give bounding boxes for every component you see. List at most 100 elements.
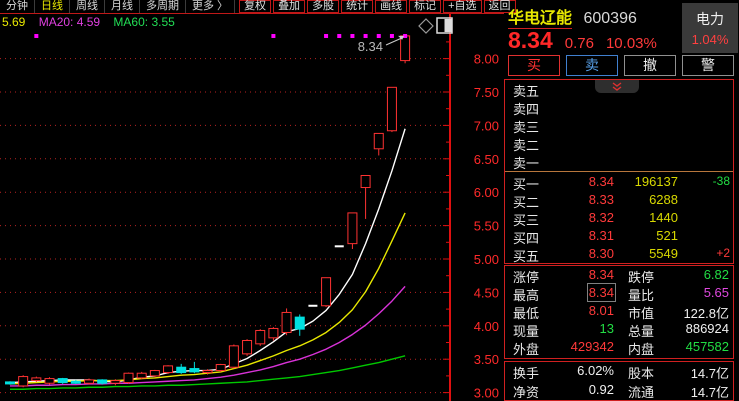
limit-up-mark — [271, 34, 275, 38]
stat-label: 流通 — [628, 382, 654, 401]
period-tab[interactable]: 多周期 — [140, 0, 186, 13]
trade-button-买[interactable]: 买 — [508, 55, 560, 76]
period-tab[interactable]: 月线 — [105, 0, 140, 13]
toolbar-button[interactable]: 统计 — [341, 0, 373, 13]
stat-label: 股本 — [628, 363, 654, 382]
order-book-row: 买一 8.34 196137 -38 — [505, 173, 733, 191]
trade-button-警[interactable]: 警 — [682, 55, 734, 76]
industry-change: 1.04% — [692, 32, 729, 47]
price-row: 8.34 0.76 10.03% — [508, 27, 657, 54]
limit-up-mark — [390, 34, 394, 38]
stat-row: 最低 8.01 市值 122.8亿 — [505, 302, 733, 320]
y-axis-tick-label: 8.00 — [474, 52, 499, 67]
y-axis-tick-label: 5.00 — [474, 252, 499, 267]
order-book-row: 卖二 — [505, 134, 733, 152]
stat-row: 外盘 429342 内盘 457582 — [505, 338, 733, 356]
limit-up-mark — [337, 34, 341, 38]
ma-line-ma10 — [10, 213, 405, 384]
price-change: 0.76 — [565, 35, 594, 52]
order-book-row: 买二 8.33 6288 — [505, 191, 733, 209]
level-volume: 6288 — [649, 192, 678, 207]
stat-label: 换手 — [513, 363, 539, 382]
stat-label: 外盘 — [513, 339, 539, 358]
order-book-row: 卖三 — [505, 116, 733, 134]
limit-up-mark — [324, 34, 328, 38]
level-price: 8.31 — [589, 228, 614, 243]
y-axis-tick-label: 6.50 — [474, 152, 499, 167]
period-tab[interactable]: 更多 〉 — [186, 0, 235, 13]
stat-row: 最高 8.34 量比 5.65 — [505, 284, 733, 302]
stat-value: 457582 — [686, 339, 729, 354]
toolbar: 分钟日线周线月线多周期更多 〉 复权叠加多股统计画线标记+自选返回 — [0, 0, 504, 14]
stock-code: 600396 — [583, 10, 636, 27]
toolbar-button[interactable]: 复权 — [239, 0, 271, 13]
stat-row: 换手 6.02% 股本 14.7亿 — [505, 362, 733, 381]
y-axis-tick-label: 4.50 — [474, 285, 499, 300]
limit-up-mark — [350, 34, 354, 38]
stat-value: 886924 — [686, 321, 729, 336]
order-book-row: 买四 8.31 521 — [505, 227, 733, 245]
y-axis-tick-label: 7.00 — [474, 118, 499, 133]
trade-button-撤[interactable]: 撤 — [624, 55, 676, 76]
toolbar-button[interactable]: 标记 — [409, 0, 441, 13]
order-book-row: 买五 8.30 5549 +2 — [505, 245, 733, 263]
order-book-row: 卖一 — [505, 152, 733, 170]
buy-queue: 买一 8.34 196137 -38买二 8.33 6288 买三 8.32 1… — [505, 173, 733, 263]
level-delta: +2 — [716, 246, 730, 260]
level-price: 8.34 — [589, 174, 614, 189]
order-book-row: 买三 8.32 1440 — [505, 209, 733, 227]
stat-value: 8.01 — [589, 303, 614, 318]
industry-badge[interactable]: 电力 1.04% — [682, 3, 738, 53]
toolbar-button[interactable]: 多股 — [307, 0, 339, 13]
level-price: 8.32 — [589, 210, 614, 225]
level-volume: 196137 — [635, 174, 678, 189]
stat-value: 0.92 — [589, 382, 614, 397]
toolbar-button[interactable]: 画线 — [375, 0, 407, 13]
share-stats: 换手 6.02% 股本 14.7亿净资 0.92 流通 14.7亿 — [504, 361, 734, 401]
sell-queue: 卖五 卖四 卖三 卖二 — [505, 80, 733, 170]
period-tab[interactable]: 分钟 — [0, 0, 35, 13]
bid-ask-divider — [505, 171, 733, 172]
y-axis-tick-label: 5.50 — [474, 219, 499, 234]
limit-up-mark — [364, 34, 368, 38]
stat-value: 429342 — [571, 339, 614, 354]
level-delta: -38 — [713, 174, 730, 188]
stat-value: 8.34 — [589, 267, 614, 282]
limit-up-mark — [34, 34, 38, 38]
period-tabs: 分钟日线周线月线多周期更多 〉 — [0, 0, 235, 13]
trade-button-卖[interactable]: 卖 — [566, 55, 618, 76]
y-axis-tick-label: 3.00 — [474, 386, 499, 401]
level-volume: 521 — [656, 228, 678, 243]
level-volume: 1440 — [649, 210, 678, 225]
period-tab[interactable]: 日线 — [35, 0, 70, 13]
price-annotation: 8.34 — [358, 39, 383, 54]
y-axis-tick-label: 6.00 — [474, 185, 499, 200]
ma-line-ma5 — [10, 129, 405, 383]
trade-buttons: 买卖撤警 — [508, 55, 734, 76]
price-change-pct: 10.03% — [606, 35, 657, 52]
stat-value: 8.34 — [589, 285, 614, 300]
stat-value: 14.7亿 — [691, 363, 729, 382]
y-axis-tick-label: 3.50 — [474, 352, 499, 367]
toolbar-actions: 复权叠加多股统计画线标记+自选返回 — [239, 0, 517, 13]
y-axis-tick-label: 4.00 — [474, 319, 499, 334]
stat-value: 13 — [600, 321, 614, 336]
stat-value: 14.7亿 — [691, 382, 729, 401]
stat-row: 净资 0.92 流通 14.7亿 — [505, 381, 733, 400]
stat-row: 现量 13 总量 886924 — [505, 320, 733, 338]
order-book: 卖五 卖四 卖三 卖二 — [504, 79, 734, 264]
orderbook-collapse-tab[interactable] — [595, 80, 639, 93]
level-volume: 5549 — [649, 246, 678, 261]
candlestick-chart[interactable]: 8.00 7.50 7.00 6.50 6.00 5.50 5.00 4.50 4.00 3.50… — [0, 14, 504, 401]
diamond-marker-icon[interactable] — [419, 19, 433, 33]
stat-label: 净资 — [513, 382, 539, 401]
period-tab[interactable]: 周线 — [70, 0, 105, 13]
stock-title: 华电辽能 600396 — [508, 4, 637, 28]
stat-label: 内盘 — [628, 339, 654, 358]
level-label: 卖一 — [513, 153, 539, 172]
toolbar-button[interactable]: 叠加 — [273, 0, 305, 13]
last-price: 8.34 — [508, 27, 553, 54]
quote-stats: 涨停 8.34 跌停 6.82最高 8.34 量比 5.65最低 8.01 市值… — [504, 265, 734, 359]
toolbar-button[interactable]: +自选 — [443, 0, 481, 13]
y-axis-tick-label: 7.50 — [474, 85, 499, 100]
